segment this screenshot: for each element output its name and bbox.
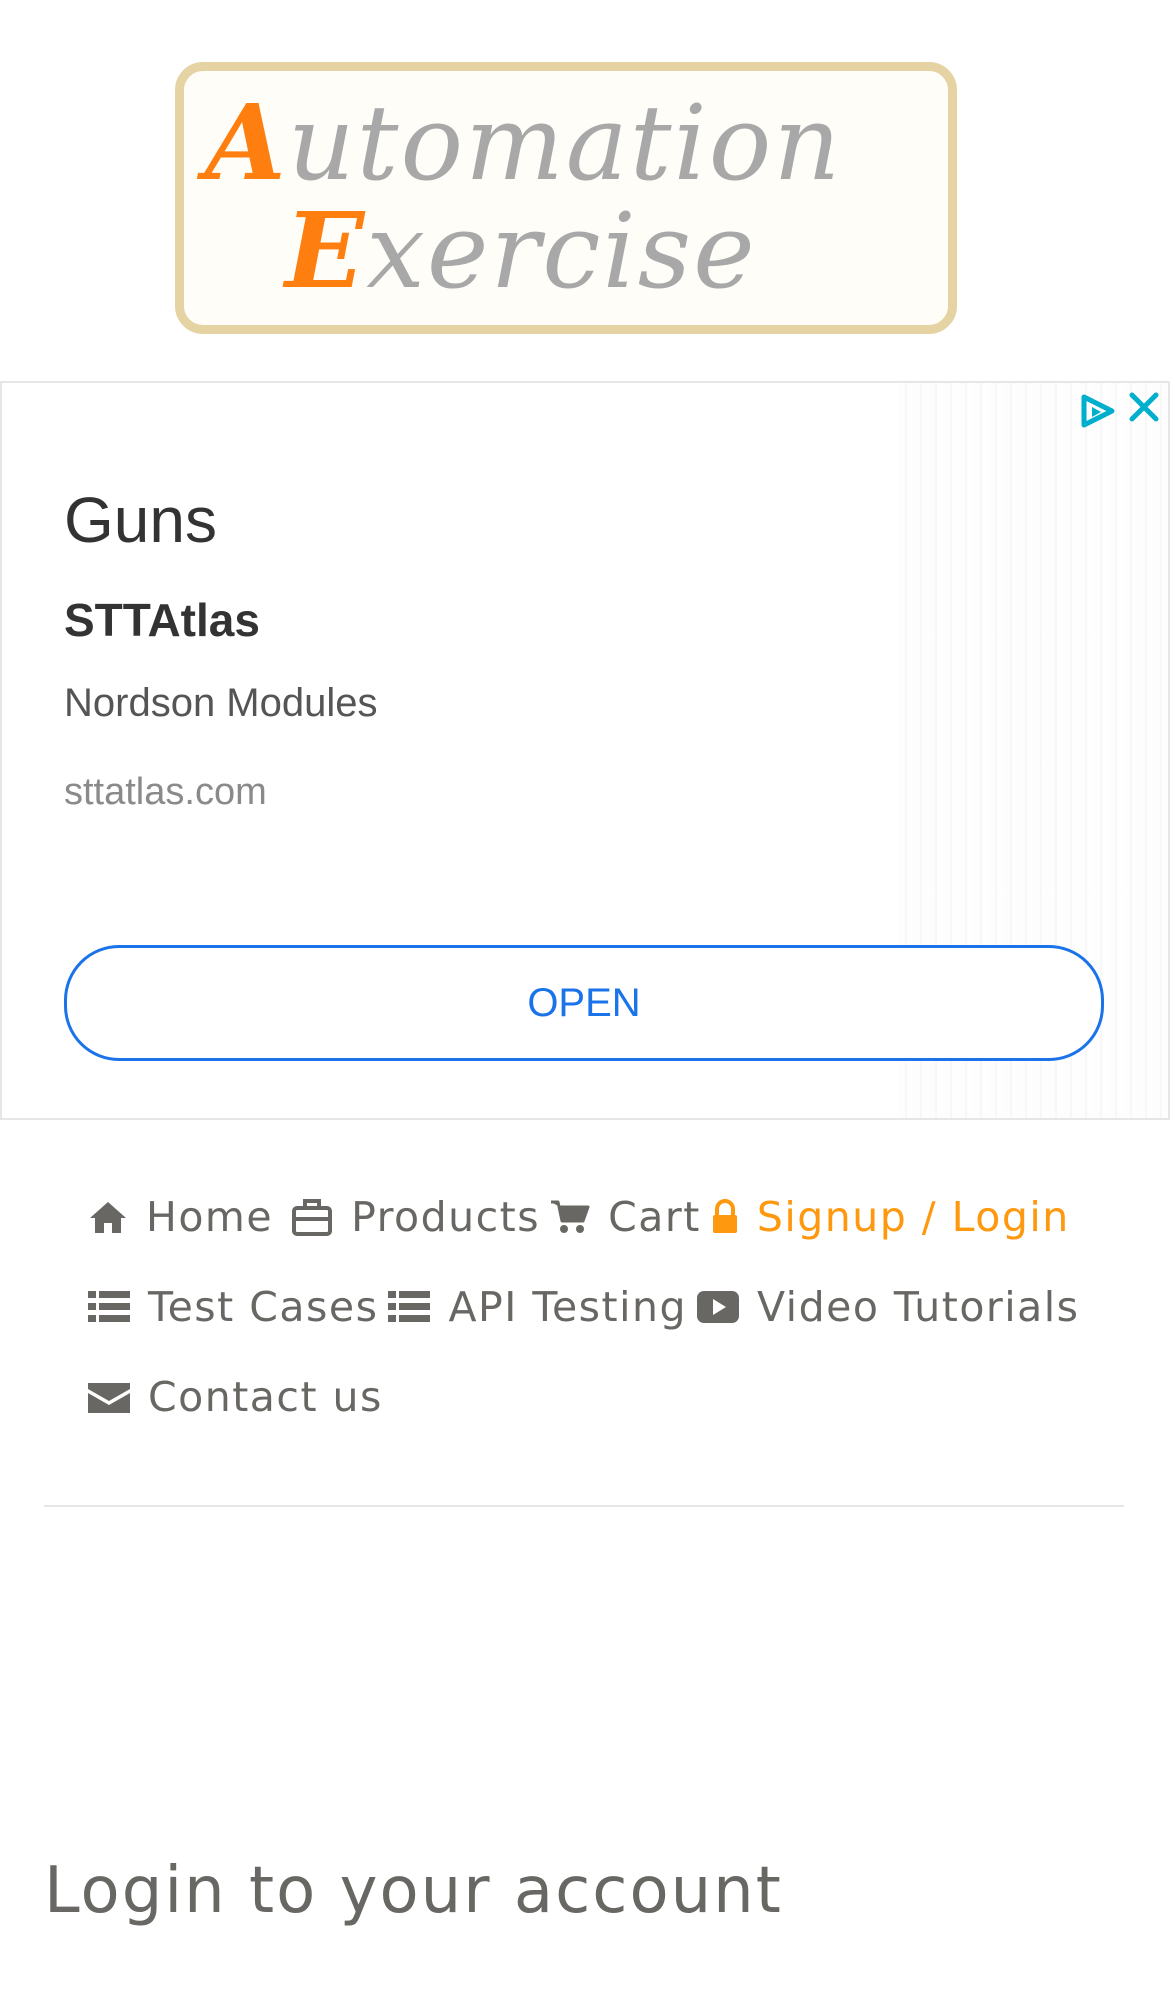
advertisement-banner[interactable]: Guns STTAtlas Nordson Modules sttatlas.c…	[0, 381, 1170, 1120]
ad-advertiser[interactable]: STTAtlas	[64, 593, 260, 647]
main-navigation: Home Products Cart Signup / Login Test C…	[88, 1172, 1118, 1442]
youtube-play-icon	[697, 1291, 740, 1323]
ad-display-url[interactable]: sttatlas.com	[64, 771, 267, 814]
nav-row-2: Test Cases API Testing Video Tutorials	[88, 1262, 1118, 1352]
login-form-title: Login to your account	[44, 1854, 783, 1928]
ad-description: Nordson Modules	[64, 681, 378, 725]
nav-home-label: Home	[146, 1193, 274, 1241]
site-logo[interactable]: Automation Exercise	[175, 62, 957, 334]
nav-test-cases[interactable]: Test Cases	[88, 1283, 378, 1331]
ad-choices-icon[interactable]	[1076, 391, 1120, 431]
nav-cart[interactable]: Cart	[550, 1193, 701, 1241]
ad-open-button[interactable]: OPEN	[64, 945, 1104, 1061]
nav-video-tutorials-label: Video Tutorials	[757, 1283, 1080, 1331]
nav-cart-label: Cart	[608, 1193, 701, 1241]
header-divider	[44, 1505, 1124, 1507]
nav-video-tutorials[interactable]: Video Tutorials	[697, 1283, 1080, 1331]
ad-close-icon[interactable]	[1126, 389, 1162, 425]
lock-icon	[711, 1199, 739, 1235]
nav-api-testing[interactable]: API Testing	[388, 1283, 687, 1331]
logo-line-2: Exercise	[285, 189, 757, 312]
nav-signup-login-label: Signup / Login	[756, 1193, 1070, 1241]
list-icon	[388, 1290, 431, 1324]
nav-test-cases-label: Test Cases	[148, 1283, 379, 1331]
ad-headline[interactable]: Guns	[64, 483, 217, 557]
nav-row-3: Contact us	[88, 1352, 1118, 1442]
nav-products[interactable]: Products	[291, 1193, 540, 1241]
home-icon	[88, 1199, 128, 1235]
shopping-cart-icon	[550, 1199, 590, 1235]
nav-contact-us-label: Contact us	[148, 1373, 383, 1421]
nav-home[interactable]: Home	[88, 1193, 273, 1241]
list-icon	[88, 1290, 130, 1324]
envelope-icon	[88, 1380, 130, 1414]
nav-signup-login[interactable]: Signup / Login	[711, 1193, 1070, 1241]
nav-api-testing-label: API Testing	[448, 1283, 688, 1331]
nav-products-label: Products	[351, 1193, 541, 1241]
nav-row-1: Home Products Cart Signup / Login	[88, 1172, 1118, 1262]
logo-line-1: Automation	[205, 81, 843, 204]
nav-contact-us[interactable]: Contact us	[88, 1373, 383, 1421]
briefcase-icon	[291, 1196, 333, 1238]
